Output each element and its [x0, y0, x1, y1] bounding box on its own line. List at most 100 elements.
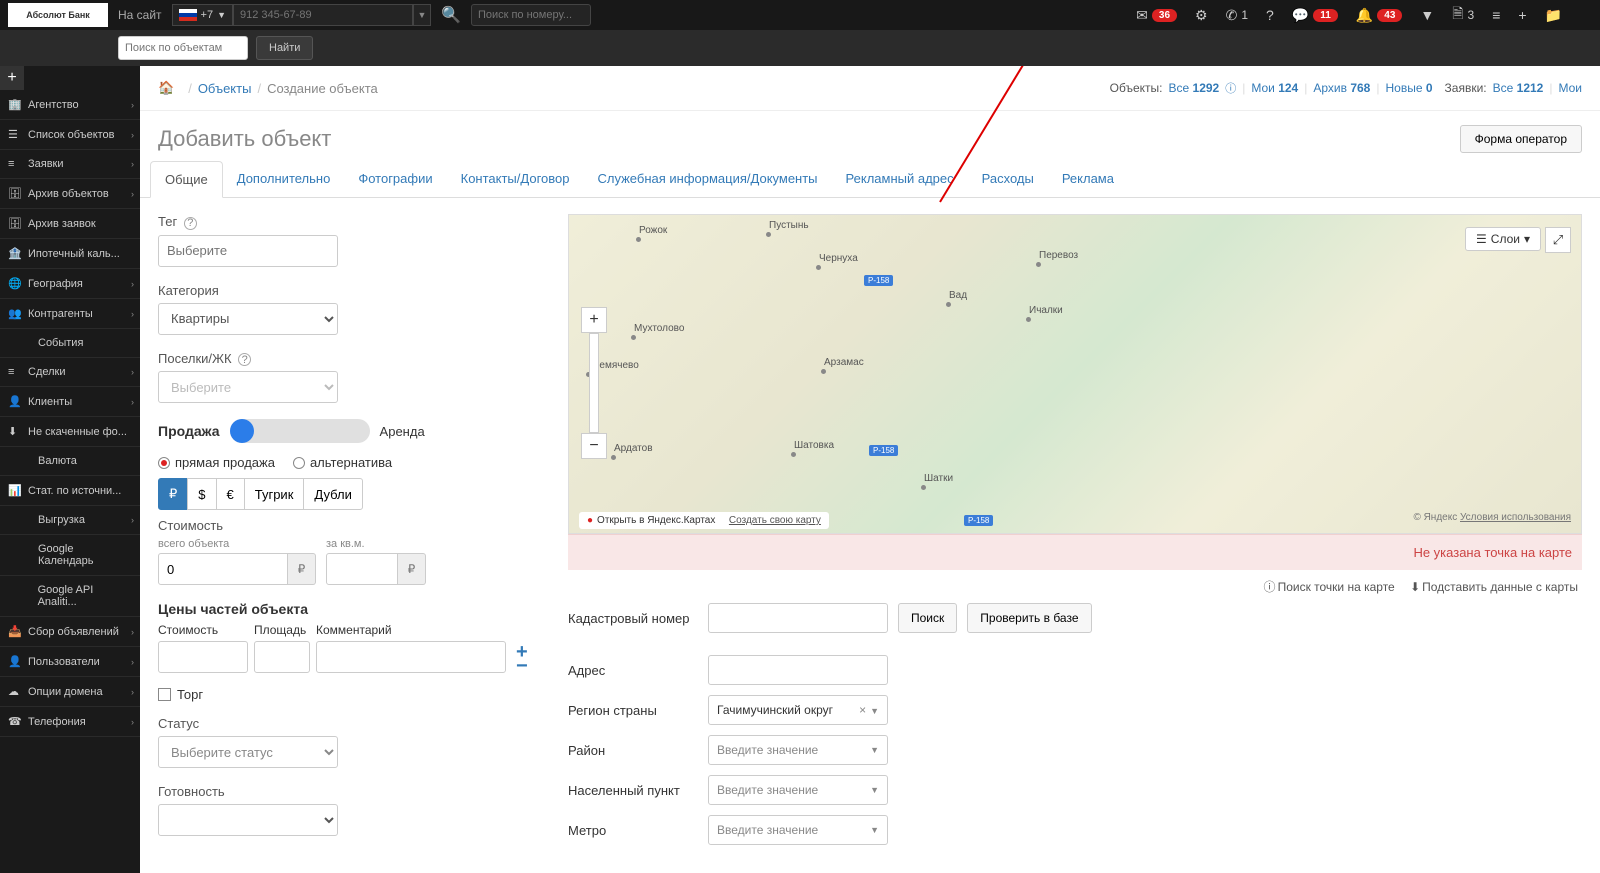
tab-2[interactable]: Фотографии — [344, 161, 446, 197]
mail-icon[interactable]: ✉36 — [1136, 7, 1177, 24]
currency-button-0[interactable]: ₽ — [158, 478, 188, 510]
sidebar-item-18[interactable]: 👤Пользователи› — [0, 647, 140, 677]
phone-code-select[interactable]: +7 ▼ — [172, 4, 233, 26]
sidebar-item-12[interactable]: Валюта — [0, 447, 140, 476]
sidebar-item-13[interactable]: 📊Стат. по источни... — [0, 476, 140, 506]
tab-1[interactable]: Дополнительно — [223, 161, 345, 197]
create-map-link[interactable]: Создать свою карту — [729, 515, 821, 526]
operator-form-button[interactable]: Форма оператор — [1460, 125, 1582, 153]
direct-sale-radio[interactable]: прямая продажа — [158, 455, 275, 470]
home-icon[interactable]: 🏠 — [158, 80, 174, 96]
tab-7[interactable]: Реклама — [1048, 161, 1128, 197]
tab-3[interactable]: Контакты/Договор — [447, 161, 584, 197]
clear-icon[interactable]: × — [859, 703, 866, 717]
cost-whole-input[interactable] — [158, 553, 288, 585]
find-button[interactable]: Найти — [256, 36, 313, 60]
summary-all[interactable]: Все 1292 — [1168, 81, 1219, 95]
sidebar-item-7[interactable]: 👥Контрагенты› — [0, 299, 140, 329]
settlements-select[interactable]: Выберите — [158, 371, 338, 403]
gear-icon[interactable]: ⚙ — [1195, 7, 1208, 24]
object-search-input[interactable] — [118, 36, 248, 60]
currency-button-1[interactable]: $ — [187, 478, 216, 510]
bargain-checkbox[interactable] — [158, 688, 171, 701]
summary-new[interactable]: Новые 0 — [1385, 81, 1432, 95]
part-area-input[interactable] — [254, 641, 310, 673]
filter-icon[interactable]: ▼ — [1420, 7, 1434, 23]
region-select[interactable]: Гачимучинский округ ×▼ — [708, 695, 888, 725]
sidebar-item-1[interactable]: ☰Список объектов› — [0, 120, 140, 150]
breadcrumb-objects[interactable]: Объекты — [198, 81, 252, 96]
zoom-in-button[interactable]: + — [581, 307, 607, 333]
map-layers-button[interactable]: ☰ Слои ▾ — [1465, 227, 1541, 251]
map-fullscreen-button[interactable]: ⤢ — [1545, 227, 1571, 253]
sidebar-item-15[interactable]: Google Календарь — [0, 535, 140, 576]
folder-icon[interactable]: 📁 — [1545, 7, 1562, 24]
map[interactable]: РожокПустыньЧернухаПеревозВадИчалкиМухто… — [568, 214, 1582, 534]
sale-rent-toggle[interactable] — [230, 419, 370, 443]
district-select[interactable]: Введите значение▼ — [708, 735, 888, 765]
part-cost-input[interactable] — [158, 641, 248, 673]
phone-dropdown-icon[interactable]: ▼ — [413, 4, 431, 26]
sidebar-item-17[interactable]: 📥Сбор объявлений› — [0, 617, 140, 647]
search-point-link[interactable]: ⓘПоиск точки на карте — [1264, 580, 1395, 594]
currency-button-2[interactable]: € — [216, 478, 245, 510]
doc-icon[interactable]: 🗎 3 — [1452, 3, 1474, 27]
open-yandex-maps[interactable]: ●Открыть в Яндекс.Картах Создать свою ка… — [579, 512, 829, 529]
check-db-button[interactable]: Проверить в базе — [967, 603, 1091, 633]
help-icon[interactable]: ? — [1266, 7, 1274, 23]
cadastral-input[interactable] — [708, 603, 888, 633]
sidebar-add-button[interactable]: + — [0, 66, 24, 90]
metro-select[interactable]: Введите значение▼ — [708, 815, 888, 845]
status-select[interactable]: Выберите статус — [158, 736, 338, 768]
sidebar-item-4[interactable]: 🗄Архив заявок — [0, 209, 140, 239]
bell-icon[interactable]: 🔔43 — [1356, 7, 1403, 24]
address-input[interactable] — [708, 655, 888, 685]
cost-sqm-input[interactable] — [326, 553, 398, 585]
alternative-radio[interactable]: альтернатива — [293, 455, 392, 470]
tag-select[interactable] — [158, 235, 338, 267]
chat-icon[interactable]: 💬11 — [1292, 7, 1338, 24]
sidebar-item-5[interactable]: 🏦Ипотечный каль... — [0, 239, 140, 269]
sidebar-item-10[interactable]: 👤Клиенты› — [0, 387, 140, 417]
list-icon[interactable]: ≡ — [1492, 7, 1500, 23]
summary-my[interactable]: Мои 124 — [1251, 81, 1298, 95]
help-icon[interactable]: ? — [184, 217, 197, 230]
part-comment-input[interactable] — [316, 641, 506, 673]
number-search-input[interactable] — [471, 4, 591, 26]
plus-icon[interactable]: + — [1518, 7, 1526, 23]
sidebar-item-20[interactable]: ☎Телефония› — [0, 707, 140, 737]
sidebar-item-0[interactable]: 🏢Агентство› — [0, 90, 140, 120]
tab-4[interactable]: Служебная информация/Документы — [583, 161, 831, 197]
search-icon[interactable]: 🔍 — [441, 5, 461, 25]
fill-from-map-link[interactable]: ⬇Подставить данные с карты — [1410, 580, 1578, 594]
sidebar-item-11[interactable]: ⬇Не скаченные фо... — [0, 417, 140, 447]
readiness-select[interactable] — [158, 804, 338, 836]
currency-button-3[interactable]: Тугрик — [244, 478, 305, 510]
site-link[interactable]: На сайт — [118, 8, 162, 22]
phone-icon[interactable]: ✆ 1 — [1226, 7, 1248, 24]
sidebar-item-2[interactable]: ≡Заявки› — [0, 150, 140, 179]
settlement-select[interactable]: Введите значение▼ — [708, 775, 888, 805]
sidebar-item-6[interactable]: 🌐География› — [0, 269, 140, 299]
cadastral-search-button[interactable]: Поиск — [898, 603, 957, 633]
zoom-slider[interactable] — [589, 333, 599, 433]
sidebar-item-8[interactable]: События — [0, 329, 140, 358]
summary-req-my[interactable]: Мои — [1558, 81, 1582, 95]
category-select[interactable]: Квартиры — [158, 303, 338, 335]
currency-button-4[interactable]: Дубли — [303, 478, 362, 510]
sidebar-item-14[interactable]: Выгрузка› — [0, 506, 140, 535]
tab-5[interactable]: Рекламный адрес — [832, 161, 968, 197]
tab-6[interactable]: Расходы — [968, 161, 1048, 197]
phone-input[interactable] — [233, 4, 413, 26]
remove-part-icon[interactable]: − — [516, 659, 528, 673]
tab-0[interactable]: Общие — [150, 161, 223, 198]
summary-req-all[interactable]: Все 1212 — [1493, 81, 1544, 95]
sidebar-item-3[interactable]: 🗄Архив объектов› — [0, 179, 140, 209]
sidebar-item-9[interactable]: ≡Сделки› — [0, 358, 140, 387]
zoom-out-button[interactable]: − — [581, 433, 607, 459]
help-icon[interactable]: ? — [238, 353, 251, 366]
info-icon[interactable]: ⓘ — [1225, 80, 1236, 96]
sidebar-item-19[interactable]: ☁Опции домена› — [0, 677, 140, 707]
sidebar-item-16[interactable]: Google API Analiti... — [0, 576, 140, 617]
summary-archive[interactable]: Архив 768 — [1313, 81, 1370, 95]
